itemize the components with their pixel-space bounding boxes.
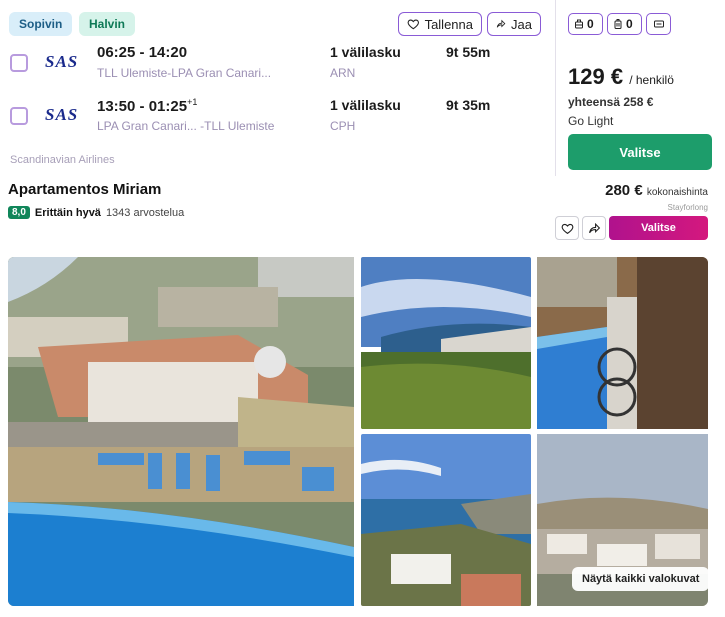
hotel-favorite-button[interactable] [555,216,579,240]
checked-bag-icon [614,19,622,29]
carry-on-bag-chip[interactable]: 0 [568,13,603,35]
rating-score: 8,0 [8,206,30,219]
leg-stops: 1 välilasku [330,97,401,113]
save-button-label: Tallenna [424,16,473,32]
flight-total: yhteensä 258 € [568,95,654,109]
fare-class: Go Light [568,114,614,128]
carry-on-bag-icon [575,19,583,29]
flight-leg-outbound: SAS 06:25 - 14:20 TLL Ulemiste-LPA Gran … [9,42,539,94]
hotel-photo-main[interactable] [8,257,354,606]
leg-stops: 1 välilasku [330,44,401,60]
share-button-label: Jaa [511,16,532,32]
divider [555,0,556,176]
save-button[interactable]: Tallenna [398,12,482,36]
hotel-price-label: kokonaishinta [646,187,708,198]
leg-times: 13:50 - 01:25+1 [97,97,198,115]
hotel-share-button[interactable] [582,216,606,240]
seat-icon [653,20,664,28]
hotel-price: 280 € kokonaishinta [605,182,708,199]
hotel-rating: 8,0 Erittäin hyvä 1343 arvostelua [8,206,184,219]
leg-duration: 9t 55m [446,44,491,60]
checked-bag-chip[interactable]: 0 [607,13,642,35]
share-button[interactable]: Jaa [487,12,541,36]
leg-via: ARN [330,66,356,80]
hotel-photo-4[interactable] [361,434,531,606]
carrier-name: Scandinavian Airlines [10,154,115,166]
show-all-photos-button[interactable]: Näytä kaikki valokuvat [572,567,710,591]
flight-price: 129 € / henkilö [568,64,674,89]
leg-checkbox[interactable] [10,54,28,72]
leg-via: CPH [330,119,356,133]
leg-route: LPA Gran Canari... -TLL Ulemiste [97,119,275,133]
badge-best: Sopivin [9,12,73,36]
carry-on-count: 0 [587,17,594,31]
price-unit: / henkilö [629,73,674,87]
flight-select-button[interactable]: Valitse [568,134,712,170]
flight-leg-return: SAS 13:50 - 01:25+1 LPA Gran Canari... -… [9,95,539,147]
heart-icon [561,223,573,234]
badge-cheapest: Halvin [79,12,136,36]
share-icon [496,19,506,28]
airline-logo: SAS [45,105,79,124]
leg-duration: 9t 35m [446,97,491,113]
leg-checkbox[interactable] [10,107,28,125]
airline-logo: SAS [45,52,79,71]
hotel-select-button[interactable]: Valitse [609,216,708,240]
leg-times: 06:25 - 14:20 [97,44,188,61]
day-offset: +1 [187,97,198,107]
share-icon [588,222,600,233]
review-count: 1343 arvostelua [105,206,185,219]
checked-bag-count: 0 [626,17,633,31]
hotel-name[interactable]: Apartamentos Miriam [8,181,161,198]
hotel-photo-2[interactable] [361,257,531,429]
hotel-photo-3[interactable] [537,257,708,429]
heart-icon [407,19,419,30]
rating-word: Erittäin hyvä [34,206,101,219]
leg-route: TLL Ulemiste-LPA Gran Canari... [97,66,272,80]
seat-chip[interactable] [646,13,671,35]
hotel-provider: Stayforlong [667,203,708,212]
